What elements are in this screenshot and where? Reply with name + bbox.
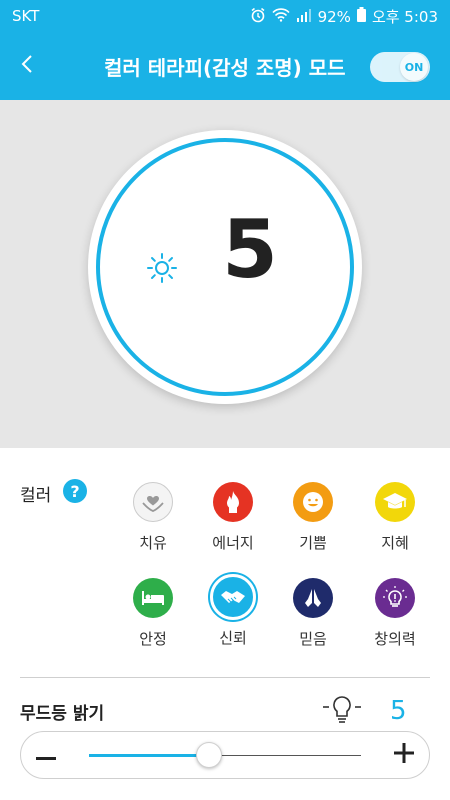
heart-hands-icon: [133, 482, 173, 522]
chevron-left-icon: [20, 53, 34, 79]
color-item-energy[interactable]: 에너지: [193, 482, 273, 553]
idea-bulb-icon: [375, 578, 415, 618]
help-icon[interactable]: ?: [63, 479, 87, 503]
color-name: 창의력: [374, 630, 416, 648]
app-header: 컬러 테라피(감성 조명) 모드 ON: [0, 32, 450, 100]
wifi-icon: [272, 7, 290, 26]
toggle-knob: ON: [400, 53, 428, 81]
carrier-label: SKT: [12, 7, 40, 25]
lightbulb-icon: [322, 693, 362, 729]
color-name: 믿음: [299, 630, 327, 648]
minus-icon: [36, 746, 56, 765]
color-name: 기쁨: [299, 534, 327, 552]
page-title: 컬러 테라피(감성 조명) 모드: [104, 56, 346, 80]
graduation-cap-icon: [375, 482, 415, 522]
color-item-creativity[interactable]: 창의력: [355, 578, 435, 649]
color-item-trust[interactable]: 신뢰: [193, 574, 273, 648]
bed-icon: [133, 578, 173, 618]
battery-percent: 92%: [317, 7, 351, 26]
back-button[interactable]: [12, 48, 42, 84]
alarm-icon: [250, 7, 266, 27]
decrease-button[interactable]: [31, 740, 61, 770]
color-item-joy[interactable]: 기쁨: [273, 482, 353, 553]
mood-brightness-label: 무드등 밝기: [20, 704, 105, 724]
plus-icon: [394, 743, 414, 767]
slider-thumb[interactable]: [195, 742, 222, 768]
slider-track[interactable]: [89, 742, 361, 768]
color-name: 에너지: [212, 534, 254, 552]
sun-icon: [146, 252, 178, 284]
signal-icon: [296, 8, 312, 26]
praying-hands-icon: [293, 578, 333, 618]
color-item-stability[interactable]: 안정: [113, 578, 193, 649]
increase-button[interactable]: [389, 740, 419, 770]
dial-value: 5: [222, 203, 278, 296]
color-section-label: 컬러: [20, 486, 52, 506]
mode-toggle[interactable]: ON: [370, 52, 430, 82]
clock-time: 오후 5:03: [371, 8, 438, 26]
color-item-wisdom[interactable]: 지혜: [355, 482, 435, 553]
color-item-faith[interactable]: 믿음: [273, 578, 353, 649]
fire-icon: [213, 482, 253, 522]
status-bar: SKT 92% 오후 5:03: [0, 0, 450, 32]
color-name: 안정: [139, 630, 167, 648]
handshake-icon: [210, 574, 256, 620]
section-divider: [20, 677, 430, 678]
mood-brightness-value: 5: [390, 696, 407, 726]
battery-icon: [356, 7, 366, 26]
slider-fill: [89, 754, 209, 757]
status-icons: 92% 오후 5:03: [250, 6, 438, 27]
color-name: 지혜: [381, 534, 409, 552]
color-name: 신뢰: [219, 629, 247, 647]
smile-icon: [293, 482, 333, 522]
brightness-slider: [20, 731, 430, 779]
color-name: 치유: [139, 534, 167, 552]
color-item-healing[interactable]: 치유: [113, 482, 193, 553]
brightness-dial-area: 5: [0, 100, 450, 448]
